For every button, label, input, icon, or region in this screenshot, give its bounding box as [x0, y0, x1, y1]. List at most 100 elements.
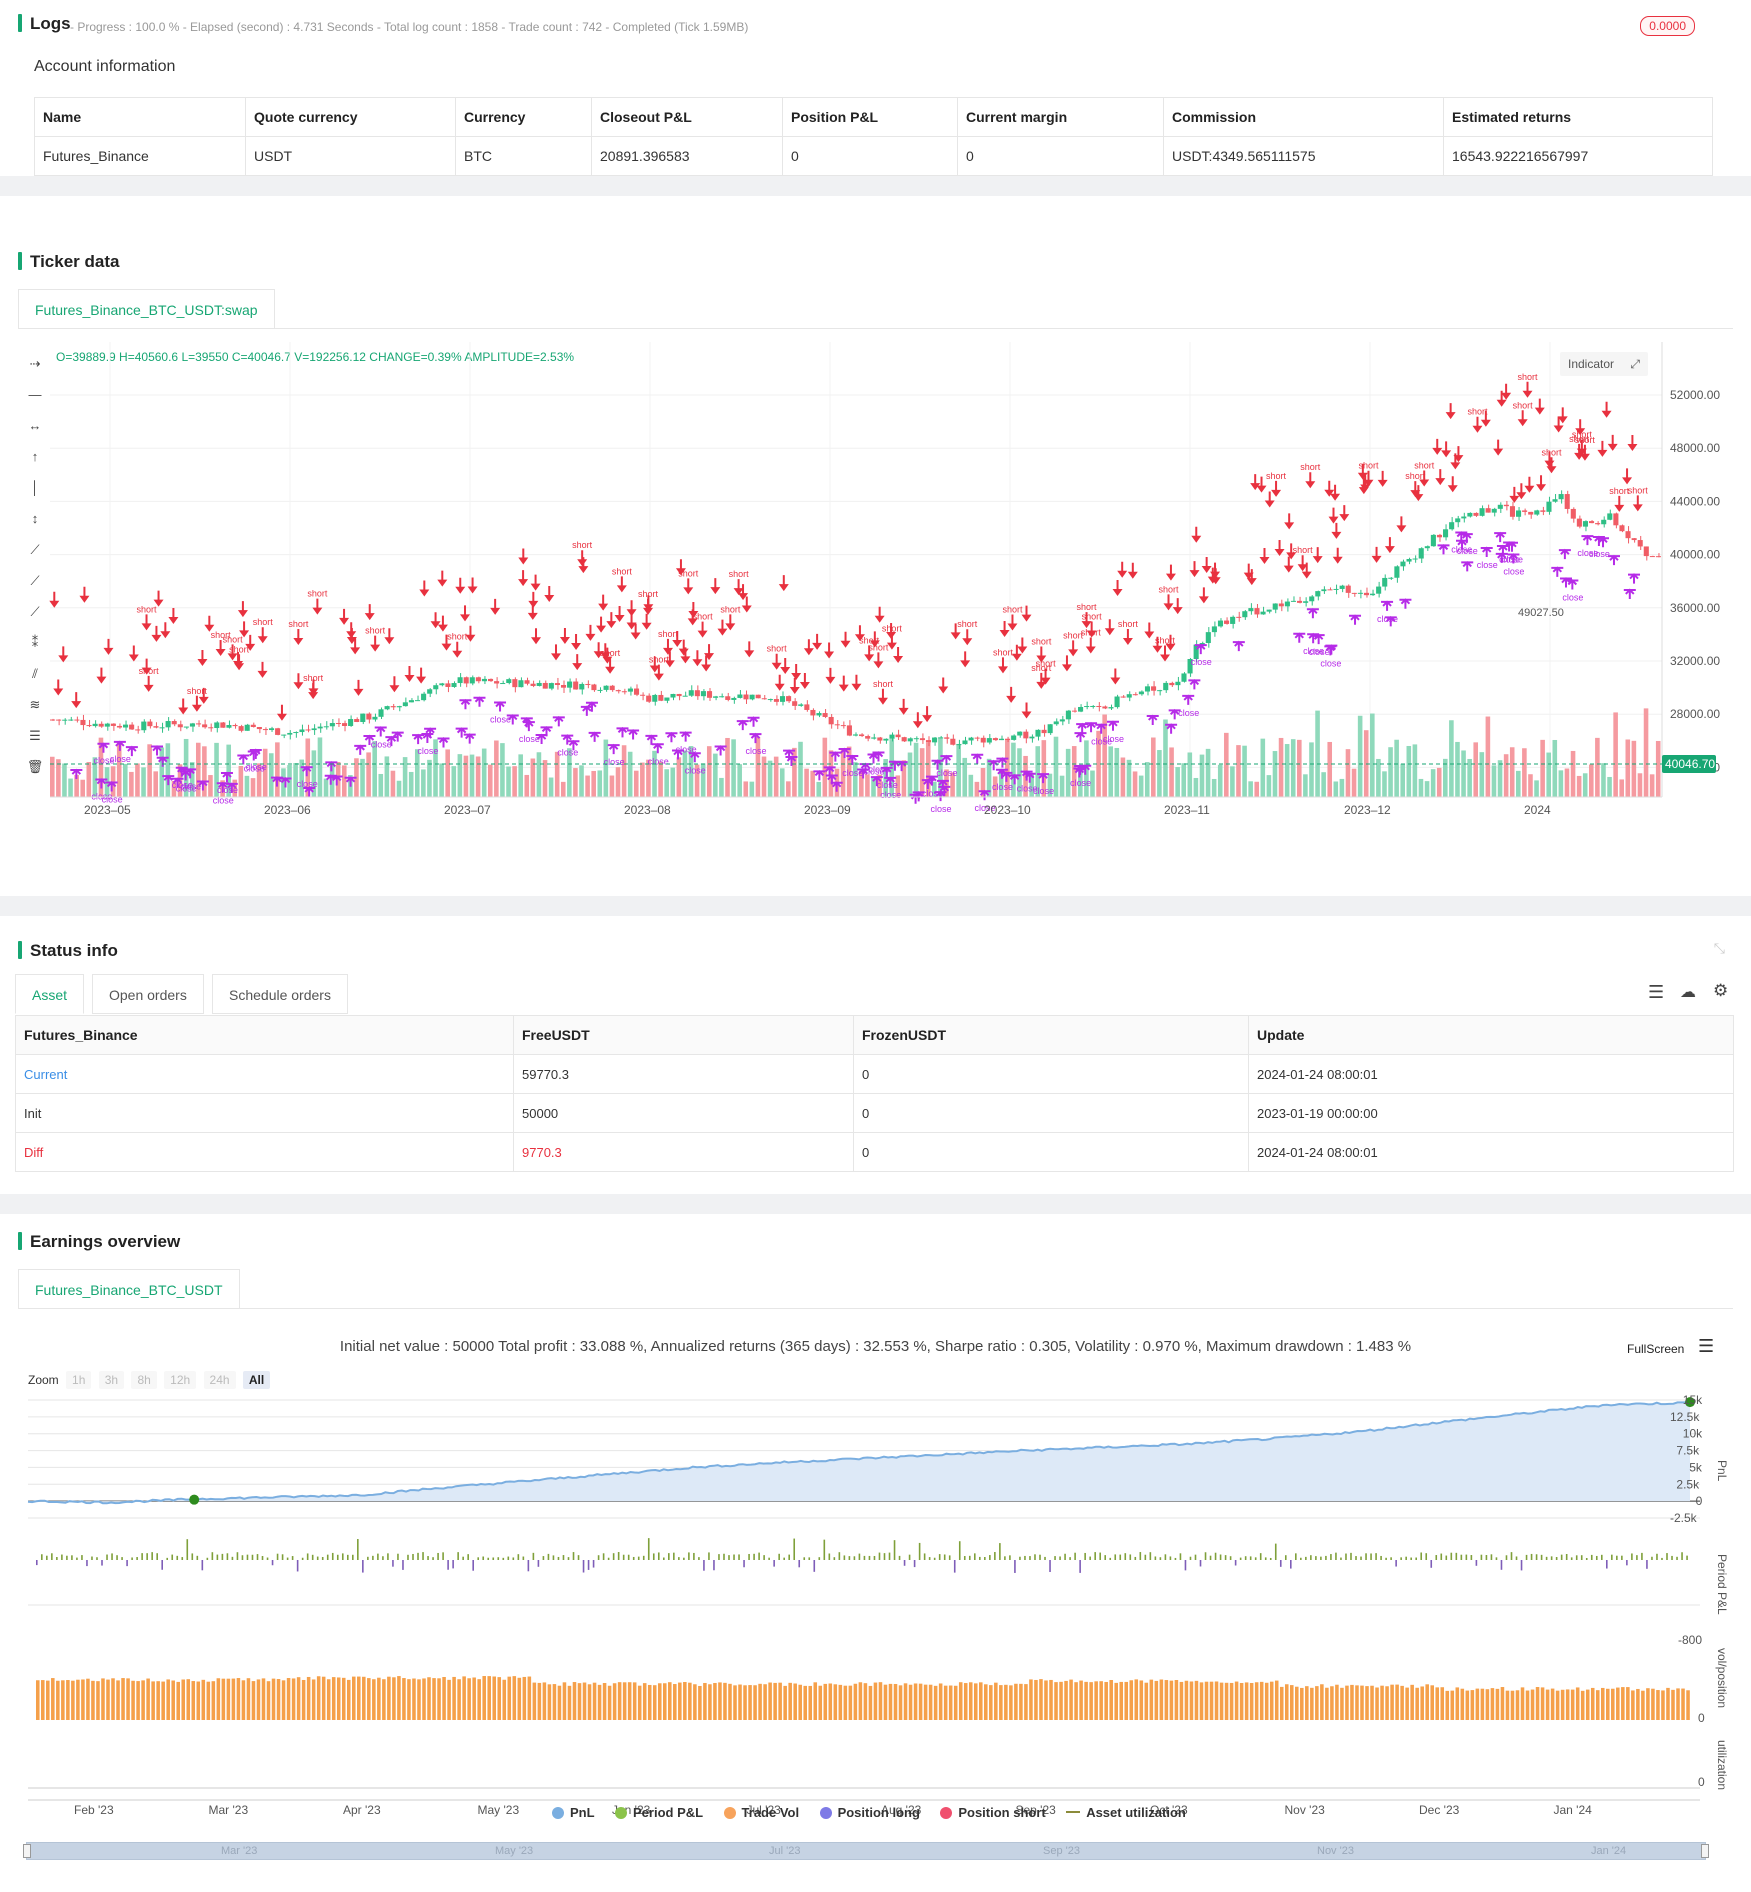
- list-view-icon[interactable]: ☰: [1648, 982, 1664, 1003]
- trade-vol-bar: [1305, 1686, 1309, 1720]
- period-pnl-bar: [126, 1560, 128, 1567]
- trade-vol-bar: [843, 1685, 848, 1720]
- price-tick-label: 52000.00: [1670, 388, 1720, 402]
- trade-vol-bar: [1249, 1682, 1254, 1720]
- period-pnl-bar: [979, 1556, 981, 1560]
- period-pnl-bar: [1525, 1554, 1528, 1560]
- trade-vol-bar: [1214, 1681, 1219, 1720]
- period-pnl-bar: [627, 1554, 630, 1560]
- tab-asset[interactable]: Asset: [15, 974, 85, 1014]
- period-pnl-bar: [958, 1541, 961, 1560]
- short-marker: [1172, 598, 1183, 615]
- collapse-icon[interactable]: ⤡: [1714, 940, 1725, 957]
- period-pnl-bar: [1465, 1554, 1468, 1560]
- trade-vol-bar: [1269, 1681, 1274, 1720]
- trade-vol-bar: [517, 1677, 522, 1720]
- period-pnl-bar: [1104, 1555, 1107, 1560]
- zoom-12h[interactable]: 12h: [164, 1371, 197, 1389]
- earnings-chart[interactable]: 15k12.5k10k7.5k5k2.5k0-2.5k -800 0 0 Feb…: [0, 1394, 1751, 1834]
- candle-body: [907, 738, 913, 742]
- cloud-download-icon[interactable]: ☁: [1680, 982, 1696, 1002]
- candle-body: [1509, 506, 1516, 517]
- tab-open-orders[interactable]: Open orders: [92, 974, 204, 1014]
- short-marker: [53, 679, 64, 696]
- volume-bar: [1625, 739, 1631, 797]
- legend-pnl[interactable]: PnL: [552, 1805, 595, 1820]
- trade-vol-bar: [1094, 1681, 1098, 1720]
- fullscreen-button[interactable]: FullScreen: [1627, 1342, 1684, 1356]
- period-pnl-bar: [923, 1553, 926, 1560]
- short-marker: [938, 677, 949, 694]
- candle-body: [646, 695, 652, 702]
- legend-period[interactable]: Period P&L: [615, 1805, 703, 1820]
- period-pnl-bar: [592, 1560, 595, 1568]
- trade-vol-bar: [888, 1683, 893, 1720]
- time-tick-label: 2023–12: [1344, 803, 1391, 817]
- trade-vol-bar: [1515, 1690, 1520, 1720]
- candle-body: [749, 694, 755, 700]
- candle-body: [1582, 521, 1589, 527]
- legend-trade-vol[interactable]: Trade Vol: [723, 1805, 799, 1820]
- volume-bar: [591, 770, 596, 797]
- trade-vol-bar: [482, 1676, 486, 1720]
- short-marker: [1284, 513, 1295, 530]
- cell: 2023-01-19 00:00:00: [1248, 1093, 1734, 1133]
- period-pnl-bar: [246, 1554, 249, 1560]
- navigator[interactable]: Mar '23 May '23 Jul '23 Sep '23 Nov '23 Jan '…: [23, 1842, 1709, 1860]
- trade-vol-bar: [1611, 1688, 1615, 1720]
- short-marker: [1305, 472, 1316, 489]
- zoom-24h[interactable]: 24h: [203, 1371, 236, 1389]
- tab-ticker-symbol[interactable]: Futures_Binance_BTC_USDT:swap: [18, 289, 275, 329]
- navigator-handle-right[interactable]: [1701, 1844, 1709, 1858]
- trade-vol-bar: [1520, 1687, 1525, 1720]
- candle-body: [323, 726, 329, 728]
- candle-body: [451, 683, 457, 687]
- period-pnl-bar: [577, 1555, 580, 1560]
- close-marker: [455, 727, 468, 738]
- candle-body: [1114, 696, 1120, 708]
- row-label-current[interactable]: Current: [15, 1054, 514, 1094]
- volume-bar: [1534, 780, 1539, 797]
- volume-bar: [1564, 768, 1570, 797]
- zoom-3h[interactable]: 3h: [98, 1371, 125, 1389]
- gear-icon[interactable]: ⚙: [1713, 981, 1728, 1001]
- volume-bar: [506, 766, 511, 797]
- candle-body: [147, 721, 153, 727]
- trade-vol-bar: [61, 1680, 65, 1720]
- volume-bar: [761, 756, 767, 797]
- volume-bar: [816, 781, 822, 797]
- trade-vol-bar: [301, 1679, 306, 1720]
- trade-vol-bar: [432, 1678, 436, 1720]
- short-marker-label: short: [307, 589, 328, 599]
- period-pnl-bar: [1169, 1556, 1172, 1560]
- tab-earnings-symbol[interactable]: Futures_Binance_BTC_USDT: [18, 1269, 240, 1309]
- pnl-tick-label: 2.5k: [1676, 1477, 1700, 1491]
- period-pnl-bar: [768, 1557, 770, 1560]
- candlestick-chart[interactable]: shortshortshortshortshortshortshortshort…: [0, 342, 1751, 842]
- trade-vol-bar: [407, 1679, 411, 1720]
- navigator-handle-left[interactable]: [23, 1844, 31, 1858]
- candle-body: [706, 691, 713, 698]
- legend-asset-util[interactable]: Asset utilization: [1066, 1805, 1186, 1820]
- period-pnl-bar: [833, 1557, 836, 1560]
- close-marker-label: close: [1191, 657, 1212, 667]
- short-marker: [419, 580, 430, 597]
- trade-vol-bar: [1039, 1679, 1043, 1720]
- zoom-all[interactable]: All: [242, 1371, 271, 1389]
- tab-schedule-orders[interactable]: Schedule orders: [212, 974, 348, 1014]
- trade-vol-bar: [1234, 1681, 1239, 1720]
- zoom-8h[interactable]: 8h: [131, 1371, 157, 1389]
- trade-vol-bar: [838, 1684, 843, 1720]
- period-pnl-bar: [1325, 1555, 1327, 1560]
- trade-vol-bar: [868, 1685, 873, 1720]
- short-marker: [825, 667, 836, 684]
- menu-icon[interactable]: ☰: [1698, 1336, 1714, 1357]
- period-pnl-bar: [36, 1560, 38, 1566]
- legend-position-long[interactable]: Position long: [819, 1805, 920, 1820]
- period-pnl-bar: [156, 1553, 158, 1560]
- legend-position-short[interactable]: Position short: [940, 1805, 1046, 1820]
- trade-vol-bar: [938, 1683, 943, 1720]
- zoom-1h[interactable]: 1h: [66, 1371, 92, 1389]
- trade-vol-bar: [1355, 1685, 1359, 1720]
- candle-body: [1053, 721, 1059, 725]
